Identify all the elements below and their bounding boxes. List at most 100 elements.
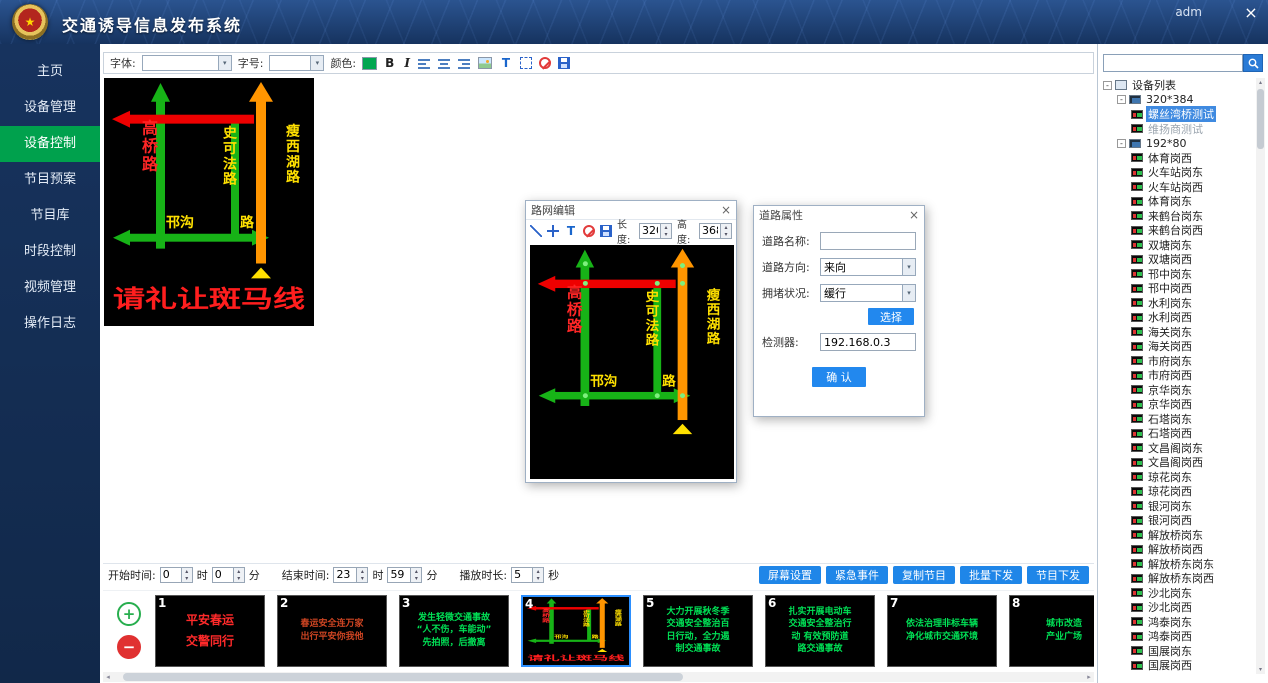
spin-down-icon[interactable]: ▾ <box>661 231 671 238</box>
draw-line-icon[interactable] <box>530 225 542 237</box>
sidebar-item-1[interactable]: 设备管理 <box>0 90 100 126</box>
tree-group-1[interactable]: 192*80 <box>1144 137 1189 150</box>
program-thumb-8[interactable]: 8城市改造产业广场 <box>1009 595 1094 667</box>
sidebar-item-0[interactable]: 主页 <box>0 54 100 90</box>
close-icon[interactable]: × <box>721 204 731 216</box>
start-minute-input[interactable] <box>213 568 233 582</box>
spin-down-icon[interactable]: ▾ <box>721 231 731 238</box>
font-select[interactable]: ▾ <box>142 55 232 71</box>
program-thumb-7[interactable]: 7依法治理非标车辆净化城市交通环境 <box>887 595 997 667</box>
window-close-button[interactable]: × <box>1242 4 1260 22</box>
horizontal-scrollbar[interactable]: ◂ ▸ <box>103 672 1094 682</box>
image-icon[interactable] <box>478 57 492 69</box>
collapse-toggle-icon[interactable]: - <box>1103 81 1112 90</box>
confirm-button[interactable]: 确 认 <box>812 367 866 387</box>
spin-up-icon[interactable]: ▴ <box>721 224 731 231</box>
delete-icon[interactable] <box>583 225 595 237</box>
tree-device[interactable]: 国展岗西 <box>1146 657 1194 673</box>
spin-up-icon[interactable]: ▴ <box>357 568 367 575</box>
forbid-icon[interactable] <box>539 57 551 69</box>
sidebar-item-4[interactable]: 节目库 <box>0 198 100 234</box>
spinner-arrows[interactable]: ▴▾ <box>660 224 671 238</box>
sidebar-item-2[interactable]: 设备控制 <box>0 126 100 162</box>
congestion-select[interactable]: 缓行▾ <box>820 284 916 302</box>
start-hour-input[interactable] <box>161 568 181 582</box>
tree-root[interactable]: 设备列表 <box>1130 78 1178 93</box>
action-button-0[interactable]: 屏幕设置 <box>759 566 821 584</box>
tree-scrollbar[interactable]: ▴ ▾ <box>1256 78 1265 674</box>
spinner-arrows[interactable]: ▴▾ <box>356 568 367 582</box>
bold-button[interactable]: B <box>383 56 396 70</box>
action-button-3[interactable]: 批量下发 <box>960 566 1022 584</box>
led-preview-screen[interactable]: 高桥路史可法路瘦西湖路邗沟路请礼让斑马线 <box>104 78 314 326</box>
tree-group-0[interactable]: 320*384 <box>1144 93 1196 106</box>
duration-input[interactable] <box>512 568 532 582</box>
end-minute-input[interactable] <box>388 568 410 582</box>
tree-device[interactable]: 维扬商测试 <box>1146 121 1205 137</box>
move-icon[interactable] <box>547 225 559 237</box>
dialog-titlebar[interactable]: 道路属性 × <box>754 206 924 224</box>
save-icon[interactable] <box>558 57 570 69</box>
remove-program-button[interactable]: − <box>117 635 141 659</box>
align-left-icon[interactable] <box>418 58 431 69</box>
spinner-arrows[interactable]: ▴▾ <box>181 568 192 582</box>
action-button-4[interactable]: 节目下发 <box>1027 566 1089 584</box>
sidebar-item-7[interactable]: 操作日志 <box>0 306 100 342</box>
program-thumb-1[interactable]: 1平安春运交警同行 <box>155 595 265 667</box>
text-icon[interactable]: T <box>564 224 578 237</box>
program-thumb-6[interactable]: 6扎实开展电动车交通安全整治行动 有效预防道路交通事故 <box>765 595 875 667</box>
italic-button[interactable]: I <box>402 56 412 70</box>
sidebar-item-3[interactable]: 节目预案 <box>0 162 100 198</box>
text-icon[interactable]: T <box>499 57 513 70</box>
save-icon[interactable] <box>600 225 612 237</box>
editor-canvas[interactable]: 高桥路史可法路瘦西湖路邗沟路 <box>530 245 734 479</box>
sidebar-item-5[interactable]: 时段控制 <box>0 234 100 270</box>
scrollbar-track[interactable] <box>113 672 1084 682</box>
close-icon[interactable]: × <box>909 209 919 221</box>
program-thumb-2[interactable]: 2春运安全连万家出行平安你我他 <box>277 595 387 667</box>
spinner-arrows[interactable]: ▴▾ <box>410 568 421 582</box>
road-name-input[interactable] <box>820 232 916 250</box>
action-button-1[interactable]: 紧急事件 <box>826 566 888 584</box>
spin-up-icon[interactable]: ▴ <box>234 568 244 575</box>
search-button[interactable] <box>1243 54 1263 72</box>
select-detector-button[interactable]: 选择 <box>868 308 914 325</box>
program-thumb-3[interactable]: 3发生轻微交通事故“人不伤，车能动”先拍照，后撤离 <box>399 595 509 667</box>
spin-up-icon[interactable]: ▴ <box>661 224 671 231</box>
collapse-toggle-icon[interactable]: - <box>1117 139 1126 148</box>
spinner-arrows[interactable]: ▴▾ <box>233 568 244 582</box>
spin-down-icon[interactable]: ▾ <box>533 575 543 582</box>
end-hour-input[interactable] <box>334 568 356 582</box>
program-thumb-4[interactable]: 4高桥路史可法路瘦西湖路邗沟路请礼让斑马线 <box>521 595 631 667</box>
scroll-down-icon[interactable]: ▾ <box>1259 665 1262 674</box>
user-name[interactable]: adm <box>1175 5 1202 19</box>
scroll-right-icon[interactable]: ▸ <box>1084 672 1094 682</box>
transform-icon[interactable] <box>520 57 532 69</box>
color-swatch[interactable] <box>362 57 377 70</box>
spin-down-icon[interactable]: ▾ <box>234 575 244 582</box>
direction-select[interactable]: 来向▾ <box>820 258 916 276</box>
height-input[interactable] <box>700 224 720 238</box>
sidebar-item-6[interactable]: 视频管理 <box>0 270 100 306</box>
search-input[interactable] <box>1103 54 1243 72</box>
scrollbar-track[interactable] <box>1256 87 1265 665</box>
scroll-up-icon[interactable]: ▴ <box>1259 78 1262 87</box>
program-thumb-5[interactable]: 5大力开展秋冬季交通安全整治百日行动，全力遏制交通事故 <box>643 595 753 667</box>
detector-input[interactable] <box>820 333 916 351</box>
spin-down-icon[interactable]: ▾ <box>357 575 367 582</box>
align-right-icon[interactable] <box>458 58 471 69</box>
scrollbar-thumb[interactable] <box>123 673 683 681</box>
length-input[interactable] <box>640 224 660 238</box>
spinner-arrows[interactable]: ▴▾ <box>720 224 731 238</box>
font-size-select[interactable]: ▾ <box>269 55 324 71</box>
scrollbar-thumb[interactable] <box>1257 89 1264 149</box>
action-button-2[interactable]: 复制节目 <box>893 566 955 584</box>
spin-up-icon[interactable]: ▴ <box>533 568 543 575</box>
spin-up-icon[interactable]: ▴ <box>182 568 192 575</box>
spin-up-icon[interactable]: ▴ <box>411 568 421 575</box>
spinner-arrows[interactable]: ▴▾ <box>532 568 543 582</box>
spin-down-icon[interactable]: ▾ <box>182 575 192 582</box>
add-program-button[interactable]: + <box>117 602 141 626</box>
collapse-toggle-icon[interactable]: - <box>1117 95 1126 104</box>
spin-down-icon[interactable]: ▾ <box>411 575 421 582</box>
